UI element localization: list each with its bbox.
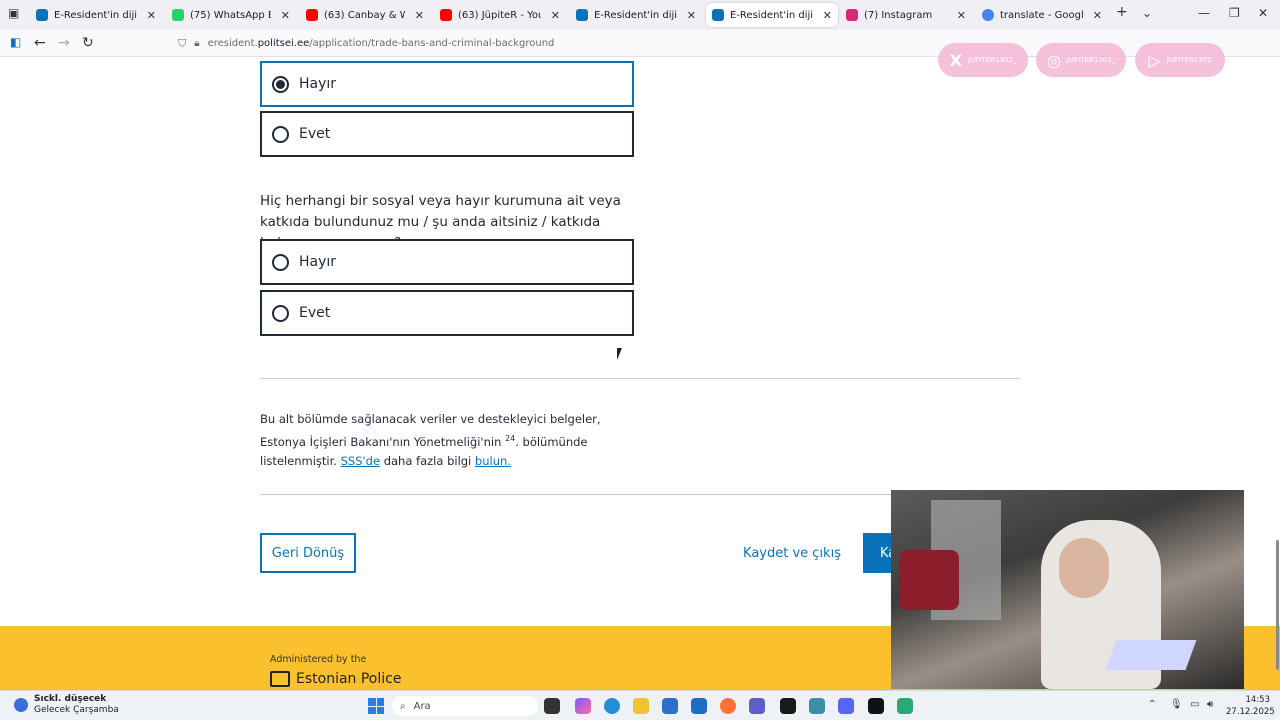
instagram-icon: [846, 9, 858, 21]
youtube-icon: [306, 9, 318, 21]
info-paragraph: Bu alt bölümde sağlanacak veriler ve des…: [260, 412, 601, 468]
weather-widget[interactable]: Sıckl. düşecek Gelecek Çarşamba: [14, 694, 119, 716]
app-icon[interactable]: [780, 698, 796, 714]
app-icon[interactable]: [897, 698, 913, 714]
file-explorer-icon[interactable]: [633, 698, 649, 714]
footer-org: Estonian Police: [270, 671, 401, 687]
radio-button[interactable]: [272, 125, 289, 143]
firefox-icon[interactable]: [720, 698, 736, 714]
faq-link[interactable]: SSS'de: [341, 454, 380, 468]
close-icon[interactable]: ✕: [1093, 9, 1102, 22]
reload-icon[interactable]: ↻: [82, 35, 94, 51]
mouse-cursor: [617, 348, 622, 360]
save-and-exit-button[interactable]: Kaydet ve çıkış: [740, 533, 844, 573]
close-icon[interactable]: ✕: [147, 9, 156, 22]
microphone-icon[interactable]: 🎙︎: [1170, 699, 1183, 710]
instagram-icon: ◎: [1046, 50, 1061, 70]
url-host: politsei.ee: [257, 38, 310, 49]
back-button[interactable]: Geri Dönüş: [260, 533, 356, 573]
browser-tab[interactable]: translate - Google'da Ara ✕: [976, 3, 1108, 27]
radio-button[interactable]: [272, 253, 289, 271]
url-path: /application/trade-bans-and-criminal-bac…: [309, 38, 555, 49]
task-view-icon[interactable]: [544, 698, 560, 714]
minimize-button[interactable]: —: [1198, 6, 1210, 20]
browser-tab[interactable]: E-Resident'in dijital kimliği ✕: [570, 3, 702, 27]
discord-icon[interactable]: [838, 698, 854, 714]
settings-gear-icon[interactable]: [809, 698, 825, 714]
teams-icon[interactable]: [749, 698, 765, 714]
q1-option-hayir[interactable]: Hayır: [260, 61, 634, 107]
copilot-icon[interactable]: [575, 698, 591, 714]
tab-list-icon[interactable]: ▣: [8, 6, 19, 20]
browser-tab-bar: ▣ E-Resident'in dijital kimliği ✕ (75) W…: [0, 0, 1280, 30]
store-icon[interactable]: [662, 698, 678, 714]
browser-tab[interactable]: (75) WhatsApp Business ✕: [166, 3, 296, 27]
close-icon[interactable]: ✕: [551, 9, 560, 22]
windows-taskbar: Sıckl. düşecek Gelecek Çarşamba ⌕ Ara ⌃ …: [0, 690, 1280, 720]
close-icon[interactable]: ✕: [687, 9, 696, 22]
sidebar-icon[interactable]: ◧: [10, 35, 21, 49]
close-icon[interactable]: ✕: [415, 9, 424, 22]
network-icon[interactable]: ▭: [1190, 699, 1199, 710]
whatsapp-icon: [172, 9, 184, 21]
youtube-icon: [440, 9, 452, 21]
back-icon[interactable]: ←: [34, 35, 46, 51]
edge-icon[interactable]: [604, 698, 620, 714]
social-overlay-x: X JUPITER1302_: [938, 43, 1028, 77]
police-crest-icon: [270, 671, 290, 687]
close-icon[interactable]: ✕: [281, 9, 290, 22]
maximize-button[interactable]: ❐: [1229, 6, 1240, 20]
stream-logo-overlay: [1053, 410, 1212, 500]
social-overlay-instagram: ◎ JUPITER1302_: [1036, 43, 1126, 77]
scrollbar[interactable]: [1276, 540, 1279, 670]
x-logo-icon: X: [949, 50, 962, 70]
weather-icon: [14, 698, 28, 712]
epic-games-icon[interactable]: [868, 698, 884, 714]
radio-button[interactable]: [272, 304, 289, 322]
stream-chat-overlay: [1070, 298, 1200, 306]
browser-tab[interactable]: E-Resident'in dijital kimliği ✕: [30, 3, 162, 27]
q2-option-evet[interactable]: Evet: [260, 290, 634, 336]
address-bar[interactable]: ⛉ 🔒︎ eresident. politsei.ee/application/t…: [178, 33, 978, 54]
url-prefix: eresident.: [207, 38, 258, 49]
chevron-up-icon[interactable]: ⌃: [1148, 699, 1156, 710]
lock-icon: 🔒︎: [194, 38, 200, 49]
q1-option-evet[interactable]: Evet: [260, 111, 634, 157]
taskbar-search[interactable]: ⌕ Ara: [392, 696, 538, 716]
footer-administered-text: Administered by the: [270, 654, 367, 665]
shield-icon: [576, 9, 588, 21]
forward-icon[interactable]: →: [58, 35, 70, 51]
browser-tab[interactable]: (7) Instagram ✕: [840, 3, 972, 27]
tracking-shield-icon: ⛉: [178, 36, 187, 50]
youtube-icon: ▷: [1148, 50, 1161, 70]
webcam-overlay: [891, 490, 1244, 689]
windows-start-icon[interactable]: [368, 698, 384, 714]
taskbar-clock[interactable]: 14:53 27.12.2025: [1226, 694, 1275, 718]
browser-tab[interactable]: (63) Canbay & Wolker - Ka ✕: [300, 3, 430, 27]
chevron-down-icon[interactable]: ⌄: [1142, 6, 1152, 20]
close-icon[interactable]: ✕: [823, 9, 832, 22]
window-close-button[interactable]: ✕: [1258, 6, 1268, 20]
browser-tab-active[interactable]: E-Resident'in dijital kimliği ✕: [706, 3, 838, 27]
browser-tab[interactable]: (63) JüpiteR - YouTube ✕: [434, 3, 566, 27]
shield-icon: [36, 9, 48, 21]
radio-button-checked[interactable]: [272, 75, 289, 93]
outlook-icon[interactable]: [691, 698, 707, 714]
close-icon[interactable]: ✕: [957, 9, 966, 22]
volume-icon[interactable]: 🔊︎: [1207, 699, 1213, 710]
q2-option-hayir[interactable]: Hayır: [260, 239, 634, 285]
divider: [260, 378, 1020, 379]
new-tab-button[interactable]: +: [1116, 4, 1128, 20]
google-icon: [982, 9, 994, 21]
find-out-link[interactable]: bulun.: [475, 454, 511, 468]
shield-icon: [712, 9, 724, 21]
social-overlay-youtube: ▷ JUPITER1302: [1135, 43, 1225, 77]
search-icon: ⌕: [400, 700, 406, 712]
